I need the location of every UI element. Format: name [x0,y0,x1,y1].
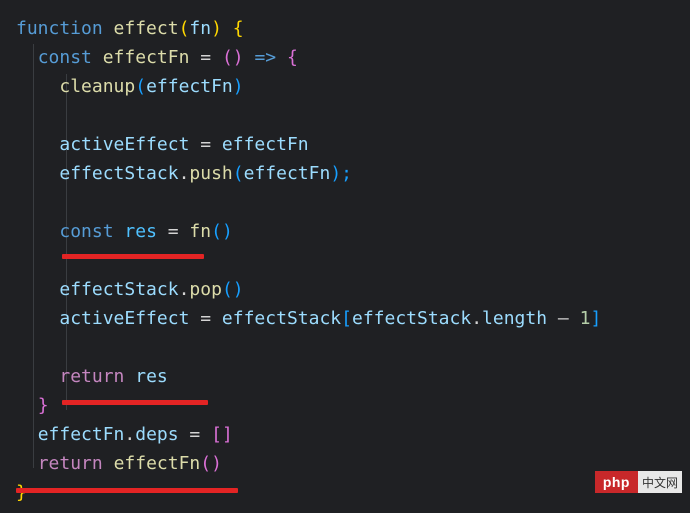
keyword-const: const [59,221,113,242]
method-pop: pop [189,279,222,300]
fn-effect: effect [114,18,179,39]
dot: . [179,163,190,184]
var-res: res [135,366,168,387]
var-effectStack: effectStack [59,279,178,300]
var-effectFn: effectFn [103,47,190,68]
var-effectStack: effectStack [59,163,178,184]
op: = [189,134,222,155]
arg: effectFn [244,163,331,184]
dot: . [124,424,135,445]
bracket: [ [341,308,352,329]
bracket: ] [590,308,601,329]
method-push: push [189,163,232,184]
parens: () [222,47,244,68]
param-fn: fn [189,18,211,39]
underline-1 [62,254,204,259]
parens: () [211,221,233,242]
var-activeEffect: activeEffect [59,134,189,155]
paren-brace: ) { [211,18,244,39]
paren: ( [135,76,146,97]
op-minus: – [547,308,580,329]
paren: ) [233,76,244,97]
arg: effectFn [146,76,233,97]
watermark-brand: php [595,471,638,493]
dot: . [179,279,190,300]
keyword-return: return [59,366,124,387]
var: effectFn [222,134,309,155]
call-effectFn: effectFn [114,453,201,474]
var-effectFn: effectFn [38,424,125,445]
empty-array: [] [211,424,233,445]
op: = [179,424,212,445]
paren: ( [179,18,190,39]
underline-2 [62,400,208,405]
dot: . [471,308,482,329]
arrow: => [244,47,287,68]
var: effectStack [222,308,341,329]
prop-deps: deps [135,424,178,445]
var-activeEffect: activeEffect [59,308,189,329]
var: effectStack [352,308,471,329]
keyword-const: const [38,47,92,68]
call-cleanup: cleanup [59,76,135,97]
parens: () [200,453,222,474]
keyword-function: function [16,18,103,39]
code-block: function effect(fn) { const effectFn = (… [16,14,674,507]
op: = [189,308,222,329]
underline-3 [16,488,238,493]
brace: { [287,47,298,68]
paren: ( [233,163,244,184]
call-fn: fn [189,221,211,242]
watermark: php 中文网 [595,471,682,493]
brace: } [38,395,49,416]
prop-length: length [482,308,547,329]
var-res: res [124,221,157,242]
watermark-suffix: 中文网 [638,471,682,493]
paren-semi: ); [330,163,352,184]
op: = [157,221,190,242]
keyword-return: return [38,453,103,474]
parens: () [222,279,244,300]
number-1: 1 [580,308,591,329]
op-eq: = [189,47,222,68]
